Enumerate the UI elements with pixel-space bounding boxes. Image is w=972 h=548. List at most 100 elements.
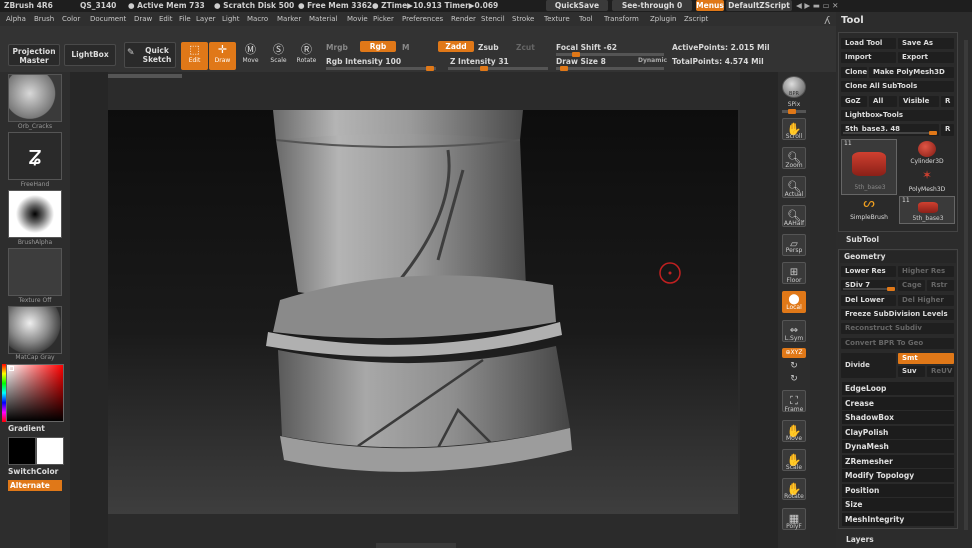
tool-r-button[interactable]: R: [941, 124, 954, 136]
save-as-button[interactable]: Save As: [898, 38, 954, 49]
z-intensity-slider[interactable]: Z Intensity 31: [450, 57, 509, 66]
matcap-thumbnail[interactable]: [8, 306, 62, 354]
palette-scrollbar[interactable]: [964, 40, 968, 530]
spix-label[interactable]: SPix: [778, 101, 810, 108]
draw-size-track[interactable]: [556, 66, 664, 71]
tool-thumb-polymesh3d[interactable]: ✶ PolyMesh3D: [900, 168, 954, 195]
rstr-button[interactable]: Rstr: [927, 280, 954, 291]
smt-toggle[interactable]: Smt: [898, 353, 954, 364]
menu-layer[interactable]: Layer: [196, 15, 216, 23]
menu-marker[interactable]: Marker: [277, 15, 301, 23]
zremesher-section[interactable]: ZRemesher: [842, 455, 954, 468]
shadowbox-section[interactable]: ShadowBox: [842, 411, 954, 424]
draw-size-thumb[interactable]: [560, 66, 568, 71]
menu-preferences[interactable]: Preferences: [402, 15, 443, 23]
see-through-slider[interactable]: See-through 0: [612, 0, 692, 11]
goz-button[interactable]: GoZ: [841, 96, 867, 107]
freeze-subdivision-button[interactable]: Freeze SubDivision Levels: [841, 309, 954, 320]
texture-thumbnail[interactable]: [8, 248, 62, 296]
menu-render[interactable]: Render: [451, 15, 476, 23]
alternate-button[interactable]: Alternate: [8, 480, 62, 491]
rgb-button[interactable]: Rgb: [360, 41, 396, 52]
main-color-swatch[interactable]: [36, 437, 64, 465]
cage-button[interactable]: Cage: [898, 280, 925, 291]
draw-button[interactable]: ✛ Draw: [209, 42, 236, 70]
geometry-section[interactable]: Geometry: [840, 251, 956, 263]
y-rotate-icon[interactable]: ↻: [778, 361, 810, 371]
layers-section[interactable]: Layers: [846, 535, 874, 544]
menu-edit[interactable]: Edit: [159, 15, 173, 23]
crease-section[interactable]: Crease: [842, 397, 954, 410]
color-cursor[interactable]: [9, 366, 14, 371]
zadd-button[interactable]: Zadd: [438, 41, 474, 52]
xyz-button[interactable]: ⊕XYZ: [782, 348, 806, 358]
draw-size-slider[interactable]: Draw Size 8: [556, 57, 606, 66]
goz-all-button[interactable]: All: [869, 96, 897, 107]
spix-thumb[interactable]: [788, 109, 796, 114]
z-intensity-thumb[interactable]: [480, 66, 488, 71]
3d-model-viewport[interactable]: [108, 110, 738, 514]
current-tool-thumb[interactable]: [929, 131, 937, 135]
subtool-section[interactable]: SubTool: [846, 235, 879, 244]
menu-stencil[interactable]: Stencil: [481, 15, 505, 23]
quicksave-button[interactable]: QuickSave: [546, 0, 608, 11]
zcut-button[interactable]: Zcut: [516, 43, 535, 52]
del-lower-button[interactable]: Del Lower: [841, 295, 896, 306]
menu-document[interactable]: Document: [90, 15, 126, 23]
higher-res-button[interactable]: Higher Res: [898, 266, 954, 277]
divide-button[interactable]: Divide: [841, 353, 896, 378]
brush-thumbnail[interactable]: [8, 74, 62, 122]
menu-material[interactable]: Material: [309, 15, 337, 23]
default-zscript-button[interactable]: DefaultZScript: [726, 0, 792, 11]
reconstruct-subdiv-button[interactable]: Reconstruct Subdiv: [841, 323, 954, 334]
move-button[interactable]: Ⓜ Move: [237, 42, 264, 70]
import-button[interactable]: Import: [841, 52, 896, 63]
make-polymesh-button[interactable]: Make PolyMesh3D: [869, 67, 954, 78]
clone-button[interactable]: Clone: [841, 67, 867, 78]
z-rotate-icon[interactable]: ↻: [778, 374, 810, 384]
lightbox-button[interactable]: LightBox: [64, 44, 116, 66]
sdiv-thumb[interactable]: [887, 287, 895, 291]
spix-slider[interactable]: [782, 109, 806, 114]
menu-file[interactable]: File: [179, 15, 191, 23]
menu-zscript[interactable]: Zscript: [684, 15, 708, 23]
rgb-intensity-track[interactable]: [326, 66, 436, 71]
menu-transform[interactable]: Transform: [604, 15, 639, 23]
projection-master-button[interactable]: Projection Master: [8, 44, 60, 66]
window-controls[interactable]: ◀ ▶ ▬ ▭ ✕: [796, 0, 838, 11]
bottom-tray-handle[interactable]: [376, 543, 456, 548]
sdiv-track[interactable]: [843, 287, 895, 291]
claypolish-section[interactable]: ClayPolish: [842, 426, 954, 439]
tool-thumb-5th-base3[interactable]: 11 5th_base3: [841, 139, 897, 195]
menu-brush[interactable]: Brush: [34, 15, 54, 23]
edit-button[interactable]: ⬚ Edit: [181, 42, 208, 70]
secondary-color-swatch[interactable]: [8, 437, 36, 465]
hue-strip[interactable]: [2, 364, 6, 422]
modify-topology-section[interactable]: Modify Topology: [842, 469, 954, 482]
convert-bpr-button[interactable]: Convert BPR To Geo: [841, 338, 954, 349]
switchcolor-button[interactable]: SwitchColor: [8, 467, 58, 476]
focal-shift-track[interactable]: [556, 52, 664, 57]
rgb-intensity-thumb[interactable]: [426, 66, 434, 71]
tool-thumb-simplebrush[interactable]: ᔕ SimpleBrush: [841, 196, 897, 224]
rgb-intensity-slider[interactable]: Rgb Intensity 100: [326, 57, 401, 66]
lightbox-tools-button[interactable]: Lightbox▸Tools: [841, 110, 954, 121]
focal-shift-slider[interactable]: Focal Shift -62: [556, 43, 617, 52]
menu-color[interactable]: Color: [62, 15, 80, 23]
palette-dock-icon[interactable]: ʎ: [824, 14, 831, 27]
menus-button[interactable]: Menus: [696, 0, 724, 11]
del-higher-button[interactable]: Del Higher: [898, 295, 954, 306]
position-section[interactable]: Position: [842, 484, 954, 497]
canvas-scroll-indicator[interactable]: [108, 74, 182, 78]
menu-picker[interactable]: Picker: [373, 15, 394, 23]
scale-button[interactable]: Ⓢ Scale: [265, 42, 292, 70]
menu-zplugin[interactable]: Zplugin: [650, 15, 676, 23]
goz-r-button[interactable]: R: [941, 96, 954, 107]
tool-thumb-cylinder3d[interactable]: Cylinder3D: [900, 139, 954, 167]
z-intensity-track[interactable]: [448, 66, 548, 71]
load-tool-button[interactable]: Load Tool: [841, 38, 896, 49]
mrgb-button[interactable]: Mrgb: [326, 43, 348, 52]
current-tool-slider[interactable]: 5th_base3. 48: [841, 124, 939, 136]
stroke-thumbnail[interactable]: ʑ: [8, 132, 62, 180]
menu-movie[interactable]: Movie: [347, 15, 368, 23]
